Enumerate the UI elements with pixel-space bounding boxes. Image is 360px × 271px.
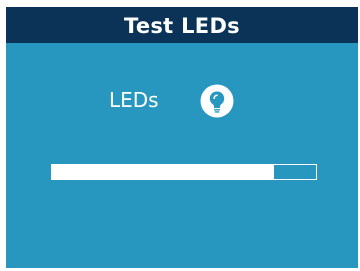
page-title: Test LEDs — [124, 13, 240, 38]
progress-fill — [52, 165, 274, 179]
led-test-progress-bar — [51, 164, 317, 180]
led-label: LEDs — [109, 88, 159, 112]
lightbulb-icon — [200, 84, 234, 118]
device-screen: Test LEDs LEDs — [6, 7, 358, 268]
title-bar: Test LEDs — [6, 7, 358, 43]
led-status-row: LEDs — [6, 81, 358, 121]
